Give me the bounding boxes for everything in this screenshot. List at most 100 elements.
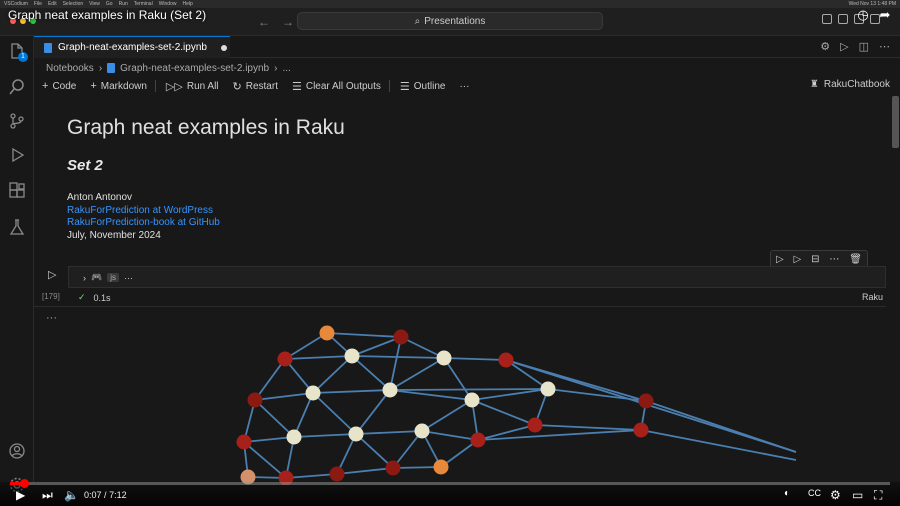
toggle-sidebar-icon[interactable] <box>822 14 832 24</box>
graph-node <box>382 382 398 398</box>
forward-arrow-icon[interactable]: → <box>282 15 294 29</box>
cell-language[interactable]: Raku <box>862 292 883 302</box>
outline-button[interactable]: ☰ Outline <box>400 80 446 93</box>
source-control-icon[interactable] <box>8 112 26 130</box>
cell-status: ✓ 0.1s <box>78 292 111 303</box>
add-markdown-label: Markdown <box>100 80 147 92</box>
toolbar-divider <box>154 80 156 92</box>
explorer-icon[interactable]: 1 <box>8 42 28 62</box>
testing-icon[interactable] <box>8 218 26 236</box>
execute-above-icon[interactable]: ▷ <box>776 254 784 265</box>
toolbar-divider <box>388 80 390 92</box>
fullscreen-icon[interactable]: ⛶ <box>874 488 882 503</box>
success-check-icon: ✓ <box>78 292 86 302</box>
captions-icon[interactable]: CC <box>808 488 821 498</box>
share-icon[interactable]: ➦ <box>878 8 892 22</box>
graph-output <box>236 325 797 485</box>
command-center[interactable]: ⌕ Presentations <box>297 12 603 30</box>
breadcrumb-file[interactable]: Graph-neat-examples-set-2.ipynb <box>120 63 269 74</box>
menu-item-file[interactable]: File <box>34 1 42 7</box>
tab-label: Graph-neat-examples-set-2.ipynb <box>58 42 207 53</box>
graph-edges <box>243 332 797 479</box>
breadcrumb-root[interactable]: Notebooks <box>46 63 94 74</box>
more-cell-actions-icon[interactable]: ⋯ <box>829 254 839 265</box>
restart-button[interactable]: ↻ Restart <box>233 80 278 93</box>
search-icon[interactable] <box>8 78 26 96</box>
graph-edge <box>285 473 338 479</box>
graph-edge <box>254 399 295 438</box>
github-link[interactable]: RakuForPrediction-book at GitHub <box>67 217 220 228</box>
graph-node <box>236 434 252 450</box>
tab-notebook[interactable]: Graph-neat-examples-set-2.ipynb <box>34 36 230 58</box>
menu-item-selection[interactable]: Selection <box>63 1 84 7</box>
menu-item-run[interactable]: Run <box>119 1 128 7</box>
menu-item-edit[interactable]: Edit <box>48 1 57 7</box>
menu-item-window[interactable]: Window <box>159 1 177 7</box>
menu-item-help[interactable]: Help <box>182 1 192 7</box>
split-cell-icon[interactable]: ⊟ <box>811 254 819 265</box>
menu-item-terminal[interactable]: Terminal <box>134 1 153 7</box>
editor-tab-bar: Graph-neat-examples-set-2.ipynb ⚙ ▷ ◫ ⋯ <box>34 36 900 58</box>
menu-item-go[interactable]: Go <box>106 1 113 7</box>
play-icon[interactable]: ▶ <box>16 488 25 502</box>
extensions-icon[interactable] <box>8 182 26 200</box>
graph-edge <box>326 332 402 338</box>
add-code-button[interactable]: + Code <box>42 80 76 92</box>
run-icon[interactable]: ▷ <box>840 40 848 53</box>
kernel-picker[interactable]: ♜ RakuChatbook <box>810 79 890 90</box>
graph-edge <box>505 359 549 390</box>
graph-edge <box>336 467 394 475</box>
next-video-icon[interactable]: ⏭ <box>42 488 53 503</box>
add-markdown-button[interactable]: + Markdown <box>90 80 147 92</box>
execute-below-icon[interactable]: ▷ <box>794 254 802 265</box>
add-code-label: Code <box>52 80 77 92</box>
clear-outputs-label: Clear All Outputs <box>305 80 381 92</box>
graph-edge <box>477 429 642 441</box>
code-cell-editor[interactable]: › 🎮 js ··· <box>68 266 886 288</box>
video-progress-track[interactable] <box>10 482 890 485</box>
run-cell-button[interactable]: ▷ <box>48 268 56 281</box>
miniplayer-icon[interactable]: ▭ <box>852 488 863 502</box>
settings-gear-icon[interactable]: ⚙ <box>830 488 841 502</box>
split-editor-icon[interactable]: ◫ <box>859 40 869 53</box>
volume-icon[interactable]: 🔈 <box>64 488 79 502</box>
video-title[interactable]: Graph neat examples in Raku (Set 2) <box>8 8 206 22</box>
graph-node <box>433 459 449 475</box>
graph-edge <box>254 392 314 401</box>
graph-edge <box>254 358 286 401</box>
gear-icon[interactable]: ⚙ <box>820 40 830 53</box>
account-icon[interactable] <box>8 442 26 460</box>
toolbar-more-button[interactable]: ··· <box>459 81 469 92</box>
clear-outputs-button[interactable]: ☰ Clear All Outputs <box>292 80 381 93</box>
run-all-button[interactable]: ▷▷ Run All <box>166 80 219 93</box>
graph-node <box>277 351 293 367</box>
graph-edge <box>471 399 536 426</box>
kernel-label: RakuChatbook <box>823 79 890 90</box>
more-actions-icon[interactable]: ⋯ <box>879 40 890 53</box>
graph-edge <box>443 357 473 401</box>
wordpress-link[interactable]: RakuForPrediction at WordPress <box>67 205 213 216</box>
graph-edge <box>312 389 391 394</box>
collapsed-cell-preview[interactable]: › 🎮 js ··· <box>83 272 133 283</box>
notebook-file-icon <box>107 63 116 73</box>
run-all-icon: ▷▷ <box>165 80 183 93</box>
graph-node <box>470 432 486 448</box>
chevron-right-icon: › <box>98 62 103 74</box>
chevron-right-icon: › <box>83 272 86 283</box>
delete-cell-icon[interactable]: 🗑 <box>849 254 862 265</box>
output-actions[interactable]: ··· <box>46 312 57 324</box>
watch-later-icon[interactable]: ◷ <box>856 8 870 22</box>
menu-item-app[interactable]: VSCodium <box>4 1 28 7</box>
menu-item-view[interactable]: View <box>89 1 100 7</box>
command-center-label: Presentations <box>424 15 486 27</box>
graph-node <box>527 417 543 433</box>
back-arrow-icon[interactable]: ← <box>258 15 270 29</box>
run-debug-icon[interactable] <box>8 146 26 164</box>
toggle-panel-icon[interactable] <box>838 14 848 24</box>
unsaved-dot-icon[interactable] <box>220 44 227 51</box>
graph-edge <box>312 355 353 394</box>
autoplay-toggle-icon[interactable]: ◐ <box>784 488 790 499</box>
editor-scrollbar[interactable] <box>892 96 899 148</box>
breadcrumb-more[interactable]: ... <box>282 63 290 74</box>
graph-edge <box>534 424 642 431</box>
